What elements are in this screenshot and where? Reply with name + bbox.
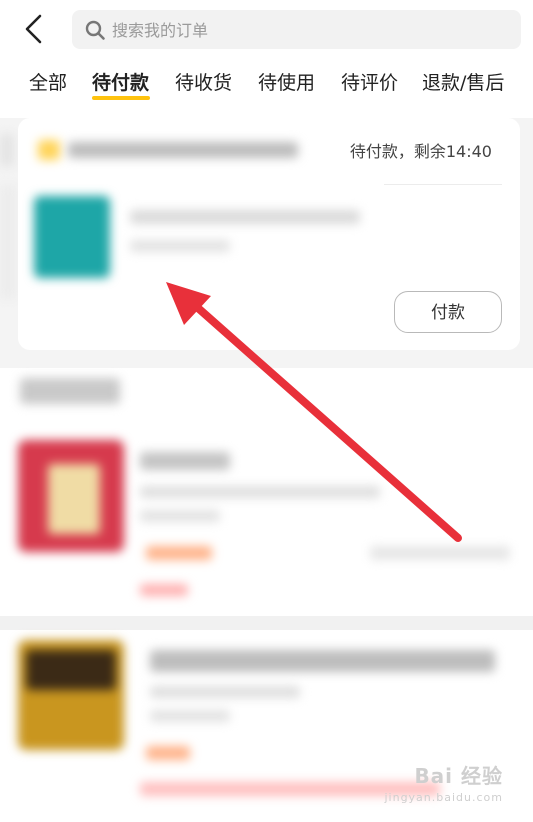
- watermark-url: jingyan.baidu.com: [384, 791, 503, 804]
- tab-pending-use[interactable]: 待使用: [258, 66, 315, 100]
- blurred-edge: [0, 185, 16, 299]
- recommendation-section: [0, 368, 533, 822]
- recommended-product-promo-blurred: [140, 584, 188, 596]
- divider: [0, 616, 533, 630]
- product-title-blurred: [130, 210, 360, 224]
- search-input[interactable]: [110, 10, 504, 51]
- search-bar[interactable]: [72, 10, 521, 51]
- tab-refund-aftersales[interactable]: 退款/售后: [422, 66, 504, 100]
- chevron-left-icon[interactable]: [18, 12, 52, 46]
- tab-pending-review[interactable]: 待评价: [341, 66, 398, 100]
- product-spec-blurred: [130, 240, 230, 252]
- watermark: Bai 经验 jingyan.baidu.com: [384, 760, 503, 804]
- blurred-edge: [0, 134, 14, 166]
- tab-pending-receipt[interactable]: 待收货: [175, 66, 232, 100]
- pay-button[interactable]: 付款: [394, 291, 502, 333]
- order-tabs: 全部 待付款 待收货 待使用 待评价 退款/售后: [0, 66, 533, 106]
- active-tab-indicator: [92, 96, 150, 100]
- recommended-product-image[interactable]: [18, 640, 124, 750]
- recommended-product-price-blurred: [146, 746, 190, 760]
- recommended-product-desc-blurred: [140, 486, 380, 498]
- search-icon: [85, 20, 105, 40]
- recommended-product-desc-blurred: [150, 710, 230, 722]
- recommended-product-image[interactable]: [18, 440, 124, 552]
- product-thumbnail[interactable]: [34, 196, 110, 278]
- divider: [384, 184, 502, 185]
- tab-pending-payment[interactable]: 待付款: [92, 66, 149, 100]
- header: 全部 待付款 待收货 待使用 待评价 退款/售后: [0, 0, 533, 118]
- recommended-product-tag-blurred: [370, 546, 510, 560]
- shop-name-blurred[interactable]: [68, 142, 298, 158]
- watermark-logo: Bai 经验: [414, 764, 503, 788]
- recommended-product-title-blurred[interactable]: [150, 650, 495, 672]
- recommended-product-price-blurred: [146, 546, 212, 560]
- section-title-blurred: [20, 378, 120, 404]
- recommended-product-title-blurred[interactable]: [140, 452, 230, 470]
- recommended-product-desc-blurred: [150, 686, 300, 698]
- tab-all[interactable]: 全部: [29, 66, 67, 100]
- order-card[interactable]: 待付款，剩余14:40 付款: [18, 118, 520, 350]
- order-status: 待付款，剩余14:40: [349, 142, 492, 161]
- recommended-product-desc-blurred: [140, 510, 220, 522]
- shop-icon: [38, 140, 60, 160]
